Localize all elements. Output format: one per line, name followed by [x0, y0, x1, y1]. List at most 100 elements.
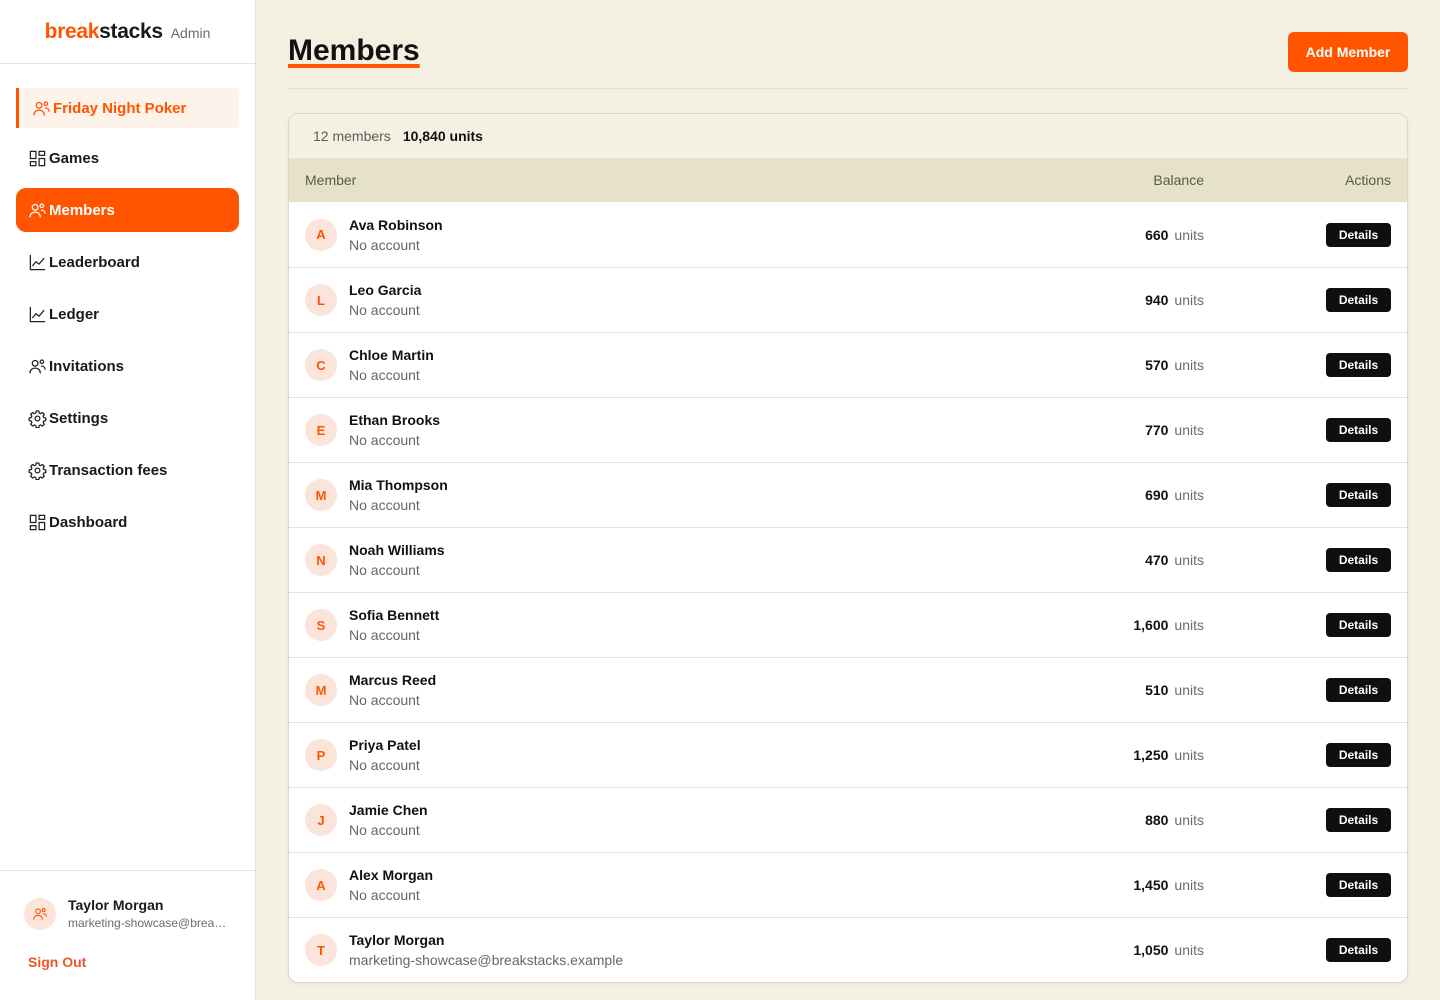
- gear-icon: [28, 409, 47, 428]
- member-name: Mia Thompson: [349, 477, 448, 493]
- balance-unit: units: [1174, 812, 1204, 828]
- sidebar-item-members[interactable]: Members: [16, 188, 239, 232]
- sidebar-group-selector[interactable]: Friday Night Poker: [16, 88, 239, 128]
- member-name: Ethan Brooks: [349, 412, 441, 428]
- member-name: Taylor Morgan: [349, 932, 445, 948]
- details-button[interactable]: Details: [1326, 288, 1391, 312]
- details-button[interactable]: Details: [1326, 938, 1391, 962]
- users-icon: [29, 358, 46, 373]
- balance-unit: units: [1174, 877, 1204, 893]
- add-member-button[interactable]: Add Member: [1288, 32, 1408, 72]
- details-button[interactable]: Details: [1326, 353, 1391, 377]
- details-button[interactable]: Details: [1326, 222, 1391, 247]
- details-button[interactable]: Details: [1326, 743, 1391, 767]
- member-balance: 1,600 units: [1004, 617, 1204, 633]
- balance-amount: 690: [1145, 487, 1169, 503]
- user-profile[interactable]: Taylor Morgan marketing-showcase@breakst…: [24, 897, 232, 930]
- details-button[interactable]: Details: [1326, 483, 1391, 507]
- member-account: No account: [349, 562, 420, 578]
- table-row: C Chloe Martin No account 570 units Detail…: [289, 332, 1407, 397]
- member-account: No account: [349, 627, 420, 643]
- sidebar-item-settings[interactable]: Settings: [16, 396, 239, 440]
- member-account: No account: [349, 432, 420, 448]
- member-avatar: M: [305, 674, 337, 706]
- balance-unit: units: [1174, 487, 1204, 503]
- column-header-actions: Actions: [1345, 172, 1391, 188]
- table-row: P Priya Patel No account 1,250 units Detai…: [289, 722, 1407, 787]
- details-button[interactable]: Details: [1326, 613, 1391, 637]
- members-summary: 12 members 10,840 units: [289, 114, 1407, 158]
- user-name: Taylor Morgan: [68, 897, 164, 913]
- sidebar-item-games[interactable]: Games: [16, 136, 239, 180]
- table-body: A Ava Robinson No account 660 units Detail…: [289, 202, 1407, 982]
- member-avatar: E: [305, 414, 337, 446]
- chart-line-icon: [29, 306, 46, 322]
- sidebar-item-label: Settings: [49, 409, 109, 427]
- balance-amount: 880: [1145, 812, 1169, 828]
- member-name: Marcus Reed: [349, 672, 437, 688]
- member-name: Ava Robinson: [349, 216, 443, 233]
- table-row: J Jamie Chen No account 880 units Details: [289, 787, 1407, 852]
- balance-amount: 660: [1145, 226, 1169, 243]
- sidebar-item-leaderboard[interactable]: Leaderboard: [16, 240, 239, 284]
- sidebar-item-label: Leaderboard: [49, 253, 140, 271]
- member-account: No account: [349, 236, 420, 253]
- member-balance: 1,250 units: [1004, 747, 1204, 763]
- balance-unit: units: [1174, 942, 1204, 958]
- balance-amount: 770: [1145, 422, 1169, 438]
- details-button[interactable]: Details: [1326, 873, 1391, 897]
- member-avatar: J: [305, 804, 337, 836]
- balance-amount: 510: [1145, 682, 1169, 698]
- sidebar-item-label: Transaction fees: [49, 461, 168, 479]
- details-button[interactable]: Details: [1326, 678, 1391, 702]
- balance-amount: 940: [1145, 292, 1169, 308]
- avatar: [24, 897, 56, 930]
- member-name: Chloe Martin: [349, 347, 434, 363]
- sidebar: breakstacks Admin Friday Night Poker Gam…: [0, 0, 256, 1000]
- member-avatar: N: [305, 544, 337, 576]
- member-balance: 880 units: [1004, 812, 1204, 828]
- sidebar-item-invitations[interactable]: Invitations: [16, 344, 239, 388]
- member-avatar: T: [305, 934, 337, 966]
- sidebar-item-transaction-fees[interactable]: Transaction fees: [16, 448, 239, 492]
- brand-logo[interactable]: breakstacks: [45, 20, 163, 44]
- sidebar-item-ledger[interactable]: Ledger: [16, 292, 239, 336]
- chart-line-icon: [29, 254, 46, 270]
- table-row: A Alex Morgan No account 1,450 units Detai…: [289, 852, 1407, 917]
- details-button[interactable]: Details: [1326, 808, 1391, 832]
- table-row: M Mia Thompson No account 690 units Detail…: [289, 462, 1407, 527]
- balance-unit: units: [1174, 357, 1204, 373]
- member-name: Alex Morgan: [349, 867, 434, 883]
- balance-amount: 1,450: [1133, 877, 1169, 893]
- sidebar-item-label: Dashboard: [49, 513, 128, 531]
- details-button[interactable]: Details: [1326, 548, 1391, 572]
- table-row: M Marcus Reed No account 510 units Details: [289, 657, 1407, 722]
- member-avatar: C: [305, 349, 337, 381]
- column-header-member: Member: [305, 172, 357, 188]
- page-header: Members Add Member: [288, 0, 1408, 89]
- sidebar-item-label: Ledger: [49, 305, 100, 323]
- members-count: 12 members: [313, 128, 391, 144]
- balance-amount: 470: [1145, 552, 1169, 568]
- brand: breakstacks Admin: [0, 0, 255, 64]
- member-name: Leo Garcia: [349, 282, 422, 298]
- member-name: Jamie Chen: [349, 802, 428, 818]
- users-icon: [33, 100, 50, 115]
- member-account: No account: [349, 302, 420, 318]
- grid-icon: [29, 514, 46, 530]
- member-account: marketing-showcase@breakstacks.example: [349, 952, 624, 968]
- page-title: Members: [288, 34, 420, 67]
- balance-unit: units: [1174, 617, 1204, 633]
- sidebar-item-label: Games: [49, 149, 100, 167]
- sign-out-link[interactable]: Sign Out: [28, 954, 232, 970]
- brand-logo-part2: stacks: [99, 19, 163, 43]
- sidebar-item-dashboard[interactable]: Dashboard: [16, 500, 239, 544]
- user-email: marketing-showcase@breakstacks.example: [68, 916, 230, 930]
- details-button[interactable]: Details: [1326, 418, 1391, 442]
- member-balance: 470 units: [1004, 552, 1204, 568]
- member-avatar: A: [305, 218, 337, 251]
- balance-unit: units: [1174, 292, 1204, 308]
- members-card: 12 members 10,840 units Member Balance A…: [288, 113, 1408, 983]
- member-account: No account: [349, 367, 420, 383]
- table-row: A Ava Robinson No account 660 units Detail…: [289, 202, 1407, 267]
